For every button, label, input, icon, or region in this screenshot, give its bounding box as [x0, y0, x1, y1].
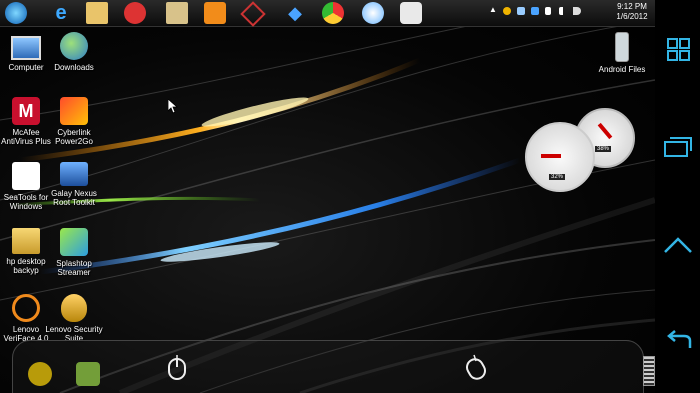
network-icon[interactable]	[517, 7, 525, 15]
system-tray: ▲	[489, 5, 609, 21]
flag-icon[interactable]	[545, 7, 551, 15]
gauge-needle-icon	[597, 122, 613, 140]
desktop-icon-label: Splashtop Streamer	[56, 259, 92, 277]
menu-grid-icon[interactable]	[662, 36, 694, 64]
back-icon[interactable]	[662, 328, 694, 356]
ccleaner-icon[interactable]	[124, 2, 146, 24]
norton-icon[interactable]	[503, 7, 511, 15]
desktop-icon-splashtop[interactable]: Splashtop Streamer	[44, 228, 104, 277]
desktop: e ◆ ▲ 9:12 PM 1/6/2012 Computer Download…	[0, 0, 655, 393]
downloads-icon	[60, 32, 88, 60]
clock-date: 1/6/2012	[616, 12, 648, 21]
android-nav-bar	[655, 0, 700, 393]
dropbox-icon[interactable]: ◆	[284, 2, 306, 24]
folder-icon[interactable]	[86, 2, 108, 24]
desktop-icon-security-suite[interactable]: Lenovo Security Suite	[44, 294, 104, 343]
desktop-icon-nexus-toolkit[interactable]: Galay Nexus Root Toolkit	[44, 162, 104, 207]
volume-icon[interactable]	[573, 7, 581, 15]
chrome-icon[interactable]	[322, 2, 344, 24]
internet-explorer-icon[interactable]: e	[50, 2, 72, 24]
desktop-icon-power2go[interactable]: Cyberlink Power2Go	[44, 97, 104, 146]
safari-icon[interactable]	[362, 2, 384, 24]
right-click-mouse-icon[interactable]	[465, 354, 487, 380]
shield-icon	[61, 294, 87, 322]
mcafee-icon: M	[12, 97, 40, 125]
cpu-value: 32%	[549, 174, 566, 180]
mouse-cursor-icon	[168, 99, 178, 114]
arrow-up-icon[interactable]: ▲	[489, 5, 497, 14]
desktop-icon-label: Downloads	[54, 63, 94, 72]
desktop-icon-label: Android Files	[598, 65, 646, 74]
power2go-icon	[60, 97, 88, 125]
dropbox-tray-icon[interactable]	[531, 7, 539, 15]
documents-folder-icon[interactable]	[166, 2, 188, 24]
start-button[interactable]	[5, 2, 27, 24]
desktop-icon-label: Cyberlink Power2Go	[55, 128, 93, 146]
signal-icon[interactable]	[559, 7, 567, 15]
folder-icon	[12, 228, 40, 254]
recent-apps-icon[interactable]	[662, 133, 694, 161]
toolkit-icon	[60, 162, 88, 186]
seatools-icon	[12, 162, 40, 190]
veriface-icon	[12, 294, 40, 322]
phone-icon	[615, 32, 629, 62]
cpu-gauge: 32%	[525, 122, 595, 192]
splashtop-icon	[60, 228, 88, 256]
desktop-icon-downloads[interactable]: Downloads	[44, 32, 104, 72]
network-tool-icon[interactable]	[240, 1, 266, 27]
media-player-icon[interactable]	[204, 2, 226, 24]
paint-icon[interactable]	[400, 2, 422, 24]
clock[interactable]: 9:12 PM 1/6/2012	[612, 2, 652, 22]
computer-icon	[11, 36, 41, 60]
desktop-icon-label: Galay Nexus Root Toolkit	[51, 189, 97, 207]
left-click-mouse-icon[interactable]	[166, 354, 188, 380]
desktop-icon-android-files[interactable]: Android Files	[592, 32, 652, 74]
memory-value: 38%	[595, 146, 612, 152]
home-icon[interactable]	[662, 230, 694, 258]
cpu-meter-gadget[interactable]: 38% 32%	[525, 108, 635, 192]
clock-time: 9:12 PM	[617, 2, 647, 11]
taskbar: e ◆ ▲ 9:12 PM 1/6/2012	[0, 0, 655, 27]
keyboard-handle-icon[interactable]	[643, 356, 655, 386]
gauge-needle-icon	[541, 154, 561, 158]
remote-mouse-bar	[12, 340, 644, 393]
